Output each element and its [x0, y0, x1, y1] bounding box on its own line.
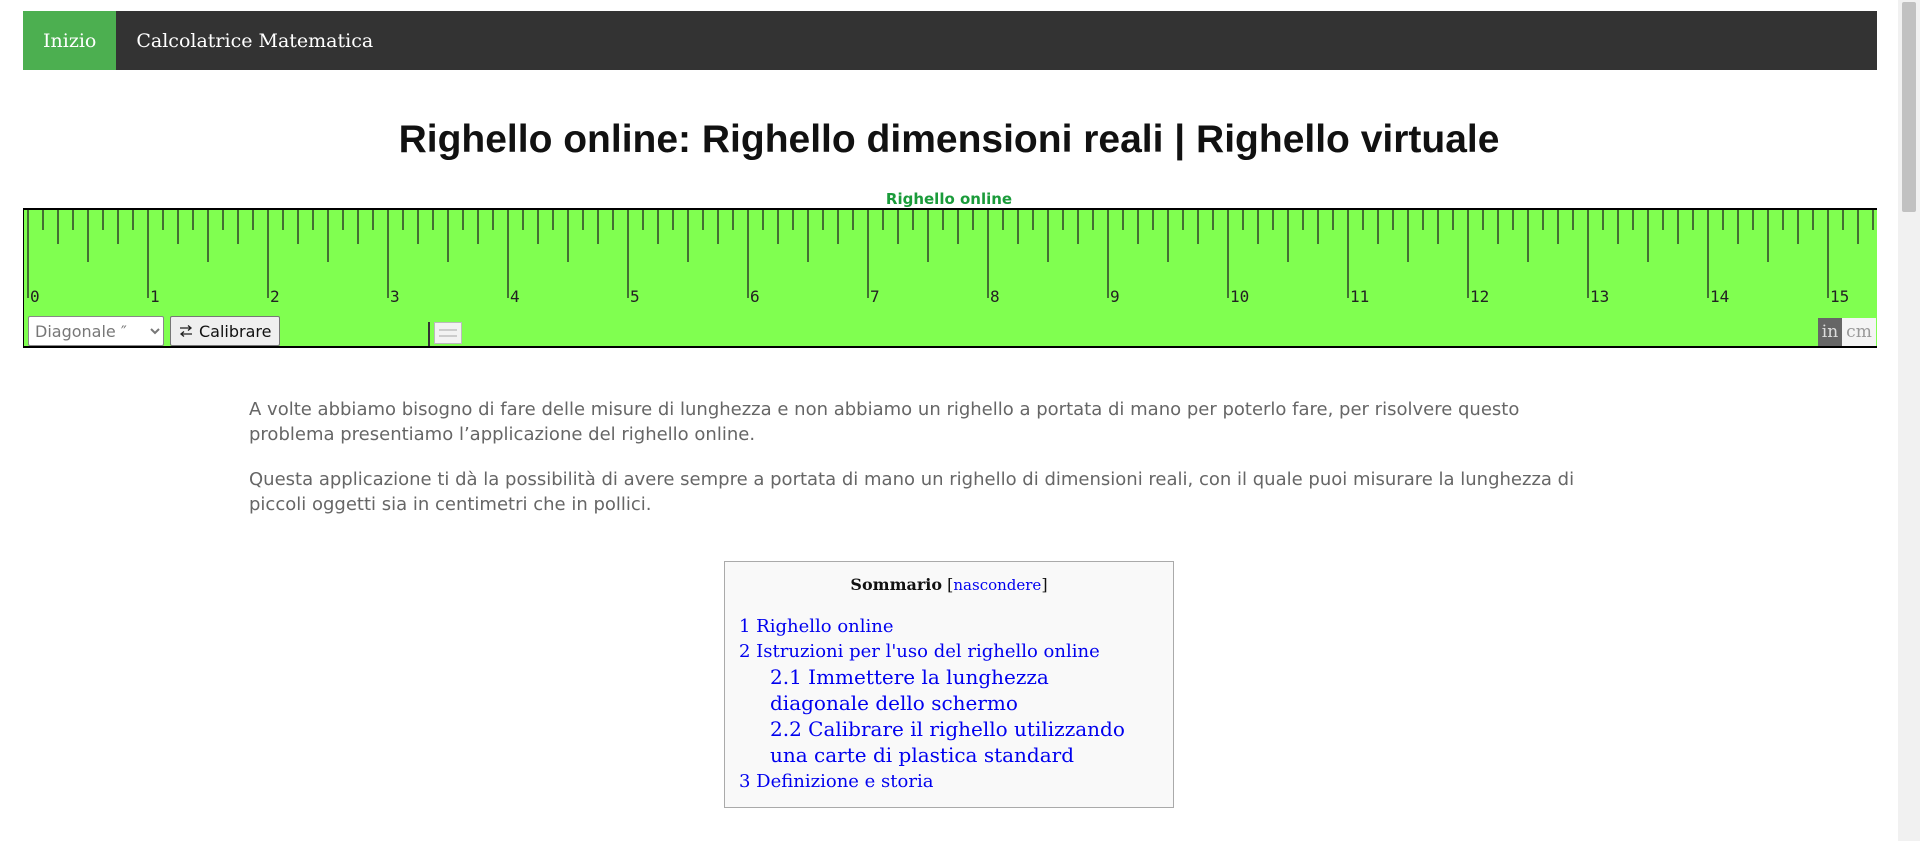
ruler-number: 12 — [1470, 287, 1489, 306]
ruler-number: 10 — [1230, 287, 1249, 306]
ruler-number: 9 — [1110, 287, 1120, 306]
ruler-number: 4 — [510, 287, 520, 306]
page-title: Righello online: Righello dimensioni rea… — [398, 118, 1500, 161]
ruler-number: 3 — [390, 287, 400, 306]
online-ruler[interactable]: 0 1 2 3 4 5 6 7 8 9 10 11 12 13 14 15 Diagonale ″ Calib… — [23, 208, 1877, 348]
scrollbar-thumb[interactable] — [1902, 2, 1916, 212]
calibrate-button[interactable]: Calibrare — [170, 316, 281, 346]
ruler-number: 14 — [1710, 287, 1729, 306]
toc-header: Sommario [nascondere] — [850, 575, 1048, 594]
unit-toggle-inches[interactable]: in — [1818, 318, 1842, 346]
swap-arrows-icon — [179, 325, 193, 337]
toc-title: Sommario — [850, 575, 943, 594]
ruler-number: 7 — [870, 287, 880, 306]
intro-paragraph-2: Questa applicazione ti dà la possibilità… — [249, 469, 1575, 515]
toc-item-2[interactable]: 2 Istruzioni per l'uso del righello onli… — [739, 641, 1100, 662]
ruler-number: 5 — [630, 287, 640, 306]
ruler-caption: Righello online — [885, 190, 1013, 208]
ruler-number: 1 — [150, 287, 160, 306]
page-scrollbar[interactable] — [1898, 0, 1920, 841]
ruler-number: 11 — [1350, 287, 1369, 306]
page: Inizio Calcolatrice Matematica Righello … — [0, 0, 1898, 841]
intro-text: A volte abbiamo bisogno di fare delle mi… — [249, 397, 1593, 537]
calibrate-button-label: Calibrare — [199, 321, 272, 341]
ruler-number: 6 — [750, 287, 760, 306]
toc-item-3[interactable]: 3 Definizione e storia — [739, 771, 933, 792]
unit-toggle-centimeters[interactable]: cm — [1842, 318, 1876, 346]
table-of-contents: Sommario [nascondere] 1 Righello online … — [724, 561, 1174, 808]
ruler-ticks: 0 1 2 3 4 5 6 7 8 9 10 11 12 13 14 15 — [27, 210, 1874, 306]
ruler-number: 2 — [270, 287, 280, 306]
intro-paragraph-1: A volte abbiamo bisogno di fare delle mi… — [249, 399, 1520, 445]
nav-item-home[interactable]: Inizio — [23, 11, 117, 70]
drag-handle-icon — [434, 322, 462, 344]
nav-item-math-calculator[interactable]: Calcolatrice Matematica — [116, 11, 393, 70]
ruler-number: 8 — [990, 287, 1000, 306]
ruler-number: 13 — [1590, 287, 1609, 306]
diagonal-select[interactable]: Diagonale ″ — [28, 316, 164, 346]
ruler-number: 0 — [30, 287, 40, 306]
toc-item-2-1[interactable]: 2.1 Immettere la lunghezza diagonale del… — [770, 664, 1150, 716]
toc-item-2-2[interactable]: 2.2 Calibrare il righello utilizzando un… — [770, 716, 1150, 768]
toc-item-1[interactable]: 1 Righello online — [739, 616, 894, 637]
toc-hide-link[interactable]: nascondere — [953, 576, 1041, 594]
ruler-number: 15 — [1830, 287, 1849, 306]
top-nav: Inizio Calcolatrice Matematica — [23, 11, 1877, 70]
calibration-handle[interactable] — [428, 322, 464, 346]
